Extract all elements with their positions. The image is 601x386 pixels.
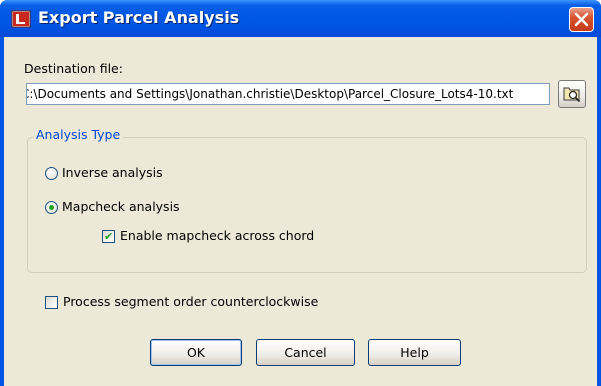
analysis-type-title: Analysis Type [33,127,124,142]
inverse-analysis-radio[interactable] [45,167,58,180]
counterclockwise-label[interactable]: Process segment order counterclockwise [63,294,318,309]
destination-file-value: C:\Documents and Settings\Jonathan.chris… [26,87,514,101]
enable-chord-checkbox[interactable]: ✔ [102,230,115,243]
destination-file-input[interactable]: C:\Documents and Settings\Jonathan.chris… [26,83,550,105]
app-icon [11,10,31,28]
mapcheck-analysis-label[interactable]: Mapcheck analysis [62,199,180,214]
check-icon: ✔ [104,230,114,243]
window-title: Export Parcel Analysis [38,8,240,27]
ok-button[interactable]: OK [150,339,242,366]
mapcheck-analysis-radio[interactable] [45,201,58,214]
inverse-analysis-label[interactable]: Inverse analysis [62,165,163,180]
cancel-button[interactable]: Cancel [256,339,355,366]
title-bar[interactable]: Export Parcel Analysis [0,0,601,37]
browse-button[interactable] [558,80,586,108]
browse-folder-icon [563,87,580,102]
enable-chord-label[interactable]: Enable mapcheck across chord [120,228,314,243]
close-button[interactable] [569,7,594,32]
radio-selected-dot [49,205,54,210]
help-button[interactable]: Help [368,339,461,366]
destination-file-label: Destination file: [24,61,123,76]
close-icon [574,12,589,27]
counterclockwise-checkbox[interactable] [45,296,58,309]
